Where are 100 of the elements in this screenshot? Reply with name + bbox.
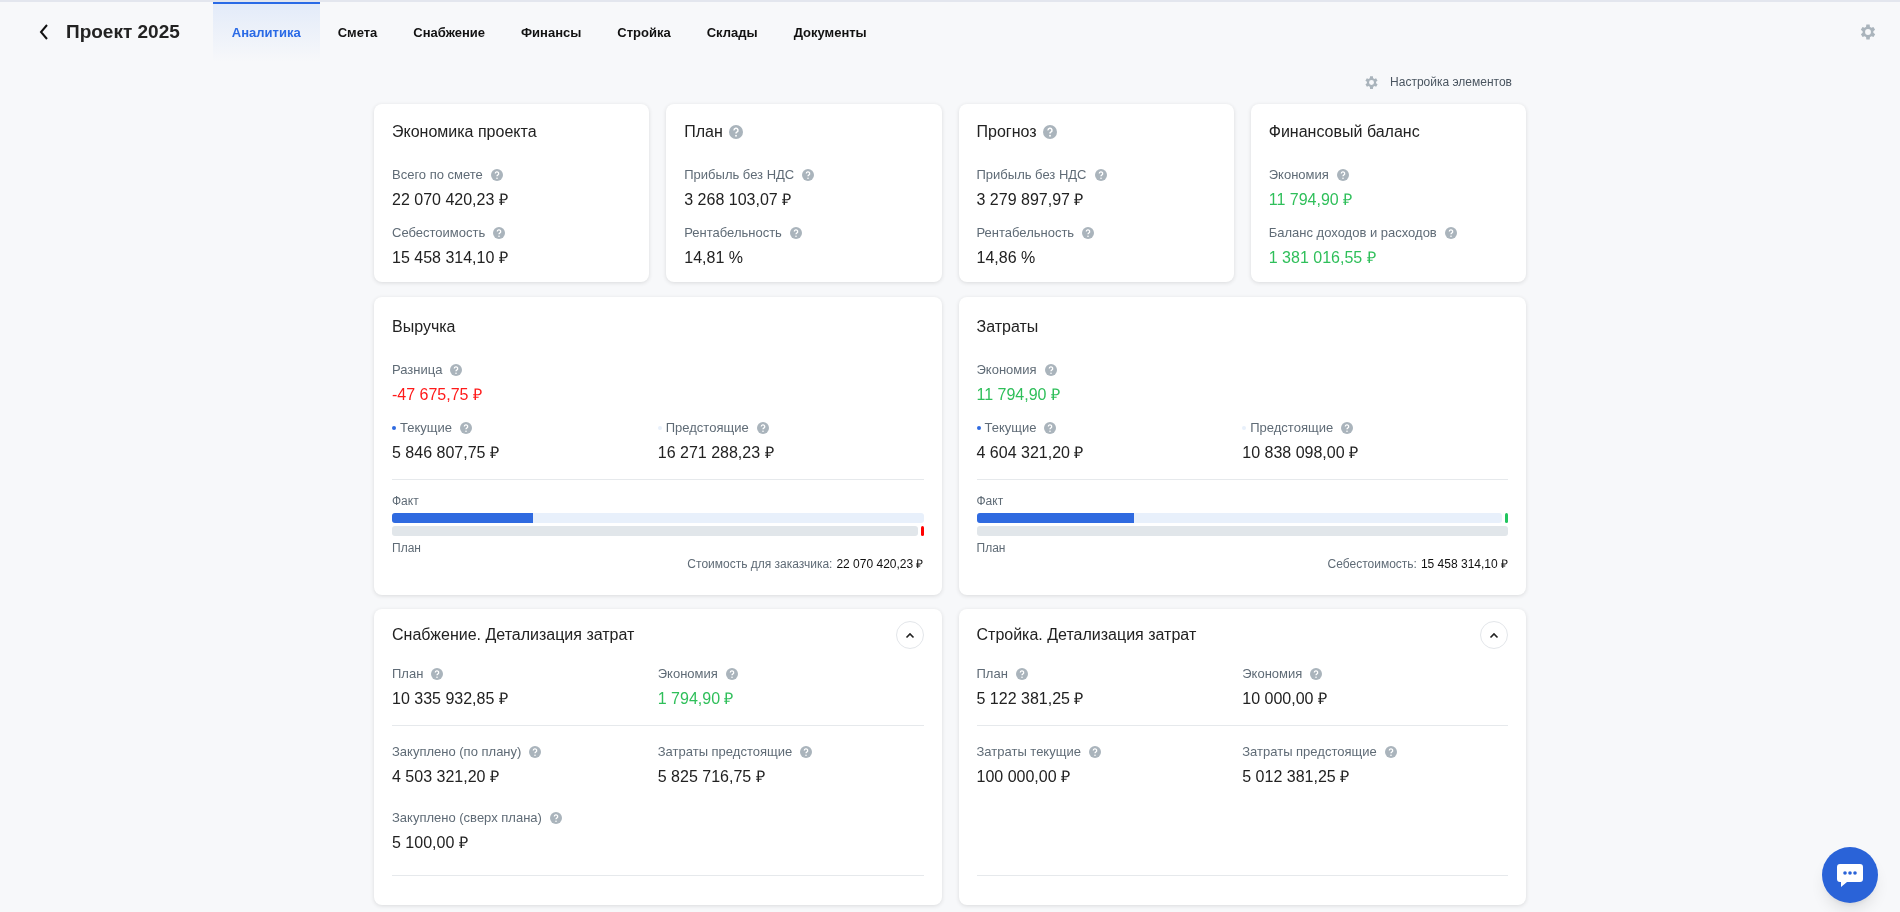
help-icon[interactable] xyxy=(450,364,463,376)
help-icon[interactable] xyxy=(1336,169,1349,181)
total-value: 22 070 420,23 ₽ xyxy=(836,556,924,573)
help-icon[interactable] xyxy=(1341,422,1354,434)
nav-tab[interactable]: Смета xyxy=(319,2,396,62)
card-title: План xyxy=(684,122,723,142)
help-icon[interactable] xyxy=(1310,668,1323,680)
metric-label: Экономия xyxy=(1242,665,1303,684)
help-icon[interactable] xyxy=(1044,364,1057,376)
metric-value: 1 794,90 ₽ xyxy=(657,689,735,709)
nav-tab[interactable]: Финансы xyxy=(503,2,600,62)
metric-value: 5 846 807,75 ₽ xyxy=(392,443,500,463)
help-icon[interactable] xyxy=(549,812,562,824)
metric-value: 5 825 716,75 ₽ xyxy=(657,767,766,787)
bar-label: Факт xyxy=(976,493,1005,510)
chevron-up-icon xyxy=(904,631,915,639)
metric-value: -47 675,75 ₽ xyxy=(392,385,483,405)
metric-label: Закуплено (по плану) xyxy=(392,743,522,762)
metric-label: Рентабельность xyxy=(684,224,782,243)
help-icon[interactable] xyxy=(459,422,472,434)
help-icon[interactable] xyxy=(728,125,743,139)
metric-label: Разница xyxy=(392,361,443,380)
metric-value: 5 012 381,25 ₽ xyxy=(1242,767,1351,787)
nav-tab[interactable]: Стройка xyxy=(599,2,689,62)
metric-label: Затраты предстоящие xyxy=(657,743,793,762)
total-label: Себестоимость: xyxy=(1327,556,1417,573)
metric-label: Экономия xyxy=(1268,166,1329,185)
help-icon[interactable] xyxy=(529,746,542,758)
chevron-up-icon xyxy=(1489,631,1499,639)
card-title: Затраты xyxy=(976,317,1040,337)
card-title: Прогноз xyxy=(976,122,1037,142)
metric-value: 10 335 932,85 ₽ xyxy=(392,689,509,709)
settings-icon[interactable] xyxy=(1858,22,1878,42)
customize-elements-link[interactable]: Настройка элементов xyxy=(1363,73,1512,91)
card-title: Экономика проекта xyxy=(392,122,537,142)
metric-value: 10 000,00 ₽ xyxy=(1242,689,1328,709)
metric-label: Текущие xyxy=(400,419,452,438)
metric-value: 15 458 314,10 ₽ xyxy=(392,248,509,268)
bar-label: Факт xyxy=(392,493,420,510)
metric-label: Прибыль без НДС xyxy=(976,166,1087,185)
metric-value: 14,86 % xyxy=(976,248,1037,268)
metric-label: Текущие xyxy=(984,419,1037,438)
metric-value: 4 503 321,20 ₽ xyxy=(392,767,500,787)
help-icon[interactable] xyxy=(1094,169,1107,181)
card-title: Финансовый баланс xyxy=(1268,122,1420,142)
metric-label: Себестоимость xyxy=(392,224,486,243)
metric-value: 1 381 016,55 ₽ xyxy=(1268,248,1377,268)
help-icon[interactable] xyxy=(725,668,738,680)
metric-label: Предстоящие xyxy=(1250,419,1334,438)
nav-tab[interactable]: Снабжение xyxy=(395,2,503,62)
metric-label: План xyxy=(976,665,1008,684)
metric-label: Баланс доходов и расходов xyxy=(1268,224,1437,243)
metric-label: Экономия xyxy=(976,361,1037,380)
help-icon[interactable] xyxy=(1384,746,1397,758)
help-icon[interactable] xyxy=(490,169,503,181)
project-title: Проект 2025 xyxy=(66,19,180,44)
help-icon[interactable] xyxy=(1044,422,1057,434)
metric-label: Предстоящие xyxy=(665,419,749,438)
metric-value: 10 838 098,00 ₽ xyxy=(1242,443,1359,463)
help-icon[interactable] xyxy=(1042,125,1057,139)
help-icon[interactable] xyxy=(1444,227,1457,239)
help-icon[interactable] xyxy=(789,227,802,239)
total-value: 15 458 314,10 ₽ xyxy=(1420,556,1508,573)
metric-value: 100 000,00 ₽ xyxy=(976,767,1072,787)
metric-value: 22 070 420,23 ₽ xyxy=(392,190,509,210)
help-icon[interactable] xyxy=(1088,746,1101,758)
card-title: Снабжение. Детализация затрат xyxy=(392,625,635,645)
help-icon[interactable] xyxy=(756,422,769,434)
metric-value: 5 100,00 ₽ xyxy=(392,833,469,853)
metric-value: 5 122 381,25 ₽ xyxy=(976,689,1085,709)
metric-label: Затраты предстоящие xyxy=(1242,743,1377,762)
metric-value: 4 604 321,20 ₽ xyxy=(976,443,1085,463)
help-icon[interactable] xyxy=(802,169,815,181)
metric-value: 16 271 288,23 ₽ xyxy=(657,443,775,463)
help-icon[interactable] xyxy=(1082,227,1095,239)
metric-value: 11 794,90 ₽ xyxy=(1268,190,1354,210)
chat-button[interactable] xyxy=(1822,847,1878,903)
metric-label: Экономия xyxy=(657,665,718,684)
metric-value: 3 279 897,97 ₽ xyxy=(976,190,1085,210)
total-label: Стоимость для заказчика: xyxy=(687,556,833,573)
chevron-left-icon xyxy=(39,24,49,40)
card-title: Выручка xyxy=(392,317,457,337)
metric-label: Закуплено (сверх плана) xyxy=(392,809,542,828)
chat-bubble-icon xyxy=(1836,862,1864,888)
help-icon[interactable] xyxy=(493,227,506,239)
card-title: Стройка. Детализация затрат xyxy=(976,625,1197,645)
metric-value: 14,81 % xyxy=(684,248,744,268)
bar-label: План xyxy=(392,540,422,557)
bar-label: План xyxy=(976,540,1007,557)
metric-label: Рентабельность xyxy=(976,224,1075,243)
metric-label: Всего по смете xyxy=(392,166,483,185)
metric-label: Прибыль без НДС xyxy=(684,166,795,185)
help-icon[interactable] xyxy=(431,668,444,680)
help-icon[interactable] xyxy=(1015,668,1028,680)
metric-value: 3 268 103,07 ₽ xyxy=(684,190,793,210)
help-icon[interactable] xyxy=(800,746,813,758)
nav-tab[interactable]: Документы xyxy=(775,2,885,62)
nav-tab[interactable]: Склады xyxy=(688,2,776,62)
metric-value: 11 794,90 ₽ xyxy=(976,385,1061,405)
metric-label: План xyxy=(392,665,424,684)
